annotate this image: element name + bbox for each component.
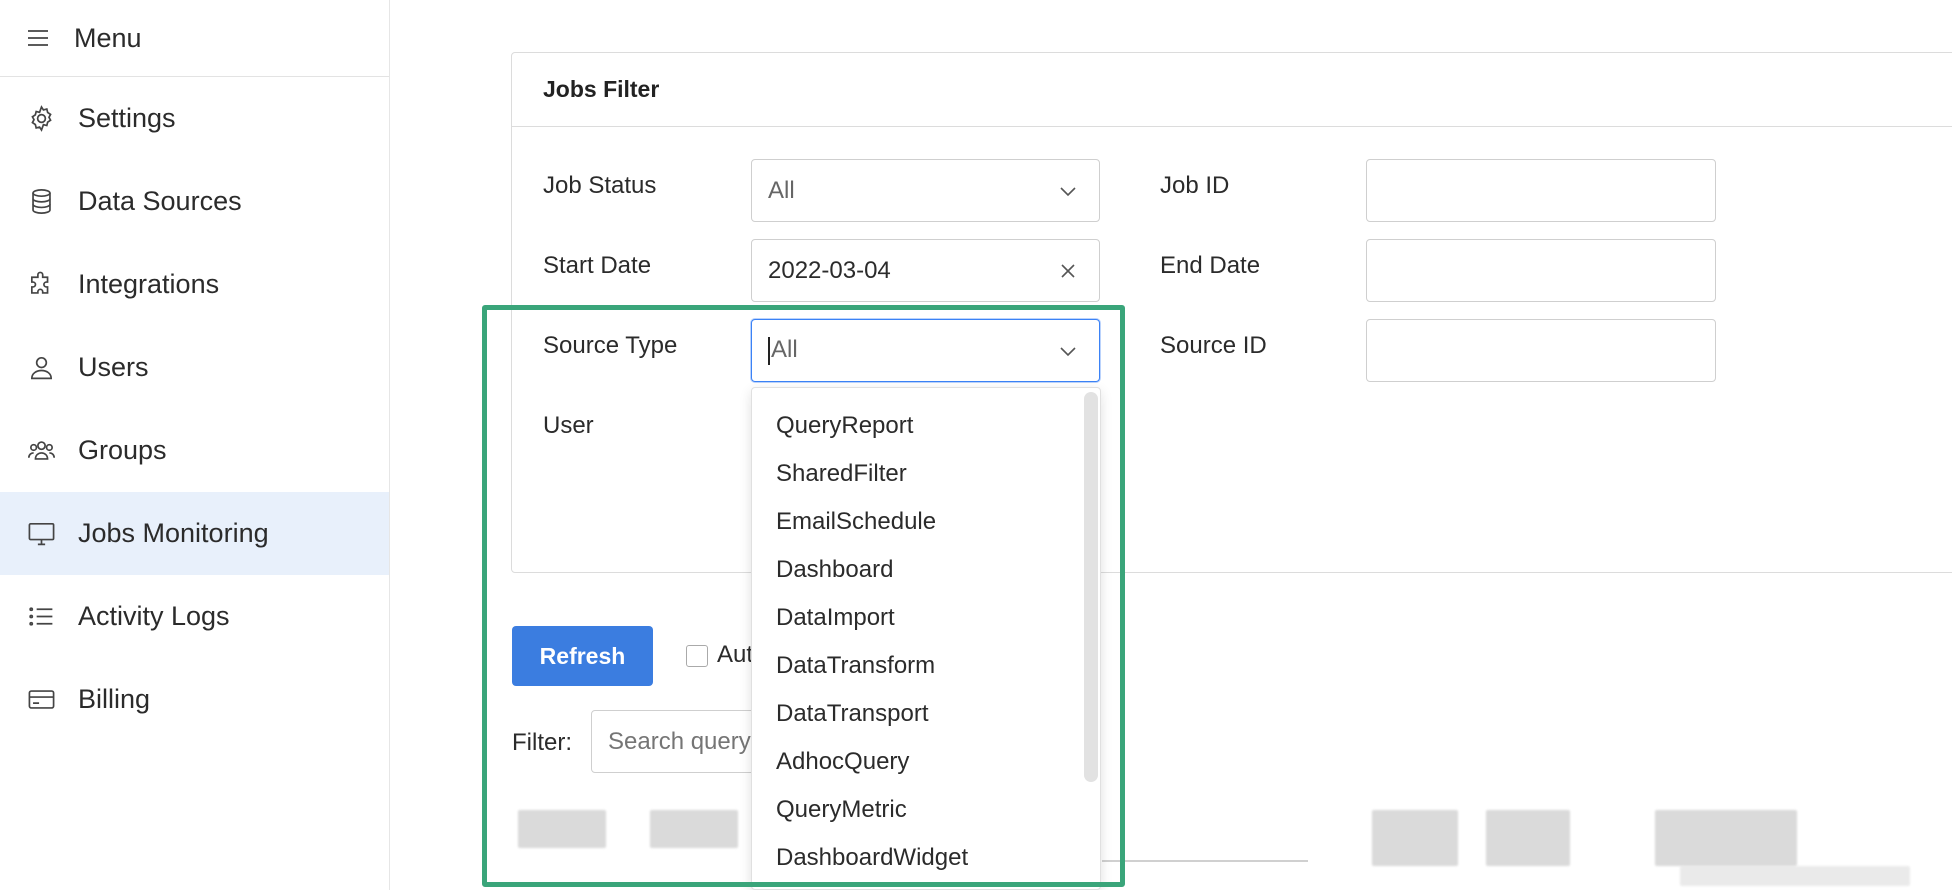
job-id-input[interactable] <box>1366 159 1716 222</box>
dropdown-option[interactable]: QueryReport <box>752 402 1100 450</box>
puzzle-icon <box>30 271 49 294</box>
end-date-label: End Date <box>1160 252 1261 279</box>
source-id-label: Source ID <box>1160 332 1267 359</box>
source-type-label: Source Type <box>543 332 678 359</box>
sidebar-item-label: Settings <box>78 103 176 133</box>
end-date-input[interactable] <box>1366 239 1716 302</box>
dropdown-option[interactable]: DataTransport <box>752 690 1100 738</box>
list-icon <box>29 607 53 626</box>
auto-refresh-checkbox[interactable] <box>686 645 708 667</box>
monitor-icon <box>28 522 55 546</box>
start-date-input[interactable]: 2022-03-04 <box>751 239 1100 302</box>
dropdown-option[interactable]: EmailSchedule <box>752 498 1100 546</box>
dropdown-option[interactable]: DataTransform <box>752 642 1100 690</box>
sidebar-item-label: Users <box>78 352 149 382</box>
filter-label: Filter: <box>512 729 572 756</box>
source-type-select[interactable]: All <box>751 319 1100 382</box>
user-icon <box>30 356 53 380</box>
jobs-filter-title: Jobs Filter <box>512 53 1952 127</box>
blurred-header <box>1372 810 1458 866</box>
clear-icon[interactable] <box>1057 260 1079 282</box>
source-type-value: All <box>771 336 798 364</box>
auto-refresh-label: Aut <box>717 641 754 668</box>
database-icon <box>32 189 51 214</box>
blurred-header <box>1486 810 1570 866</box>
blurred-header <box>518 810 606 848</box>
refresh-button[interactable]: Refresh <box>512 626 653 686</box>
menu-toggle[interactable]: Menu <box>0 0 389 77</box>
sidebar: Menu Settings Data Sources Integrations … <box>0 0 390 890</box>
job-status-value: All <box>768 176 795 204</box>
text-caret <box>768 336 770 365</box>
dropdown-option[interactable]: SharedFilter <box>752 450 1100 498</box>
chevron-down-icon <box>1060 186 1076 196</box>
sidebar-item-jobs-monitoring[interactable]: Jobs Monitoring <box>0 492 389 575</box>
sidebar-item-billing[interactable]: Billing <box>0 658 389 741</box>
dropdown-option[interactable]: DashboardWidget <box>752 834 1100 882</box>
blurred-header <box>1655 810 1797 866</box>
blurred-header <box>650 810 738 848</box>
hamburger-icon <box>28 30 48 46</box>
start-date-value: 2022-03-04 <box>768 256 891 284</box>
blurred-header <box>1680 866 1910 886</box>
jobs-filter-card: Jobs Filter <box>511 52 1952 573</box>
sidebar-item-label: Groups <box>78 435 167 465</box>
sidebar-item-settings[interactable]: Settings <box>0 77 389 160</box>
dropdown-option[interactable]: DataImport <box>752 594 1100 642</box>
sidebar-item-label: Activity Logs <box>78 601 230 631</box>
sidebar-item-label: Data Sources <box>78 186 242 216</box>
table-divider <box>1102 860 1308 862</box>
sidebar-item-label: Jobs Monitoring <box>78 518 269 548</box>
sidebar-item-label: Billing <box>78 684 151 714</box>
gear-icon <box>31 105 52 132</box>
job-status-select[interactable]: All <box>751 159 1100 222</box>
sidebar-item-integrations[interactable]: Integrations <box>0 243 389 326</box>
dropdown-option[interactable]: Dashboard <box>752 546 1100 594</box>
chevron-down-icon <box>1060 346 1076 356</box>
start-date-label: Start Date <box>543 252 652 279</box>
credit-card-icon <box>28 690 55 709</box>
sidebar-item-data-sources[interactable]: Data Sources <box>0 160 389 243</box>
source-type-dropdown: QueryReport SharedFilter EmailSchedule D… <box>751 387 1101 890</box>
sidebar-item-groups[interactable]: Groups <box>0 409 389 492</box>
job-status-label: Job Status <box>543 172 657 199</box>
job-id-label: Job ID <box>1160 172 1230 199</box>
user-label: User <box>543 412 594 439</box>
source-id-input[interactable] <box>1366 319 1716 382</box>
dropdown-scrollbar[interactable] <box>1084 392 1098 782</box>
users-group-icon <box>27 441 56 460</box>
sidebar-item-activity-logs[interactable]: Activity Logs <box>0 575 389 658</box>
dropdown-option[interactable]: AdhocQuery <box>752 738 1100 786</box>
sidebar-item-label: Integrations <box>78 269 220 299</box>
dropdown-option[interactable]: QueryMetric <box>752 786 1100 834</box>
menu-title: Menu <box>74 22 142 53</box>
sidebar-item-users[interactable]: Users <box>0 326 389 409</box>
